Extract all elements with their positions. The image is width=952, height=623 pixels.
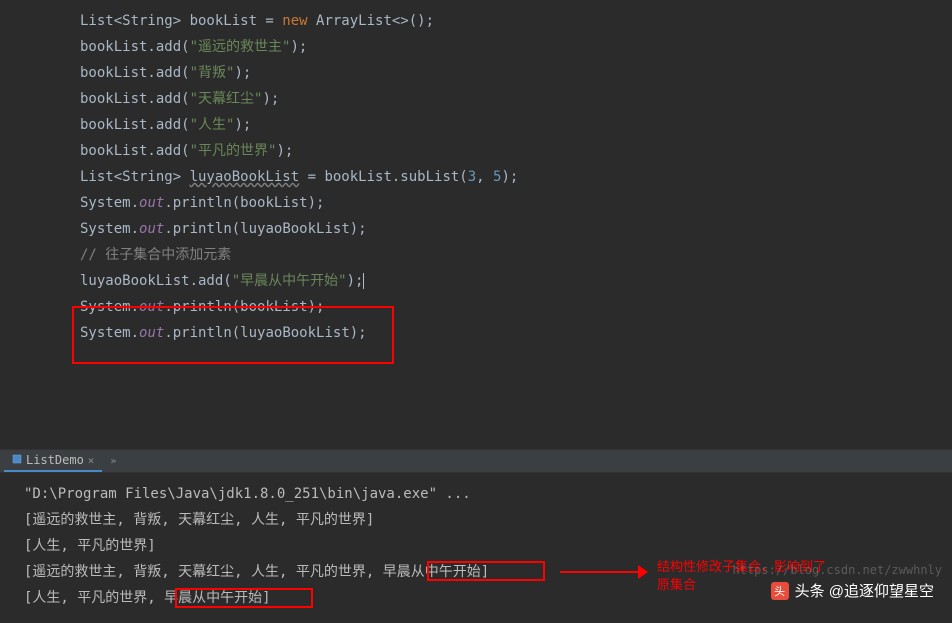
run-icon <box>12 453 22 467</box>
code-line: bookList.add("天幕红尘"); <box>0 86 952 112</box>
console-command: "D:\Program Files\Java\jdk1.8.0_251\bin\… <box>24 481 928 507</box>
toutiao-icon: 头 <box>771 582 789 600</box>
code-editor[interactable]: List<String> bookList = new ArrayList<>(… <box>0 0 952 449</box>
watermark: 头 头条 @追逐仰望星空 <box>771 580 934 601</box>
tab-listdemo[interactable]: ListDemo × <box>4 450 102 472</box>
arrow-icon <box>560 571 640 573</box>
code-line: bookList.add("背叛"); <box>0 60 952 86</box>
code-line: System.out.println(bookList); <box>0 190 952 216</box>
code-line: List<String> luyaoBookList = bookList.su… <box>0 164 952 190</box>
code-line: luyaoBookList.add("早晨从中午开始"); <box>0 268 952 294</box>
arrow-head-icon <box>638 565 648 579</box>
highlight-box <box>175 588 313 608</box>
highlight-box <box>72 306 394 364</box>
watermark-text: 头条 @追逐仰望星空 <box>795 580 934 601</box>
tab-label: ListDemo <box>26 453 84 467</box>
close-icon[interactable]: × <box>88 454 95 467</box>
console-tab-bar[interactable]: ListDemo × » <box>0 449 952 473</box>
code-line: System.out.println(luyaoBookList); <box>0 216 952 242</box>
highlight-box <box>427 561 545 581</box>
code-line: bookList.add("人生"); <box>0 112 952 138</box>
console-line: [遥远的救世主, 背叛, 天幕红尘, 人生, 平凡的世界] <box>24 507 928 533</box>
code-line: bookList.add("遥远的救世主"); <box>0 34 952 60</box>
code-line: List<String> bookList = new ArrayList<>(… <box>0 8 952 34</box>
code-line: bookList.add("平凡的世界"); <box>0 138 952 164</box>
watermark-link: https://blog.csdn.net/zwwhnly <box>732 563 942 577</box>
chevron-icon[interactable]: » <box>110 456 116 467</box>
code-line: // 往子集合中添加元素 <box>0 242 952 268</box>
console-line: [人生, 平凡的世界] <box>24 533 928 559</box>
